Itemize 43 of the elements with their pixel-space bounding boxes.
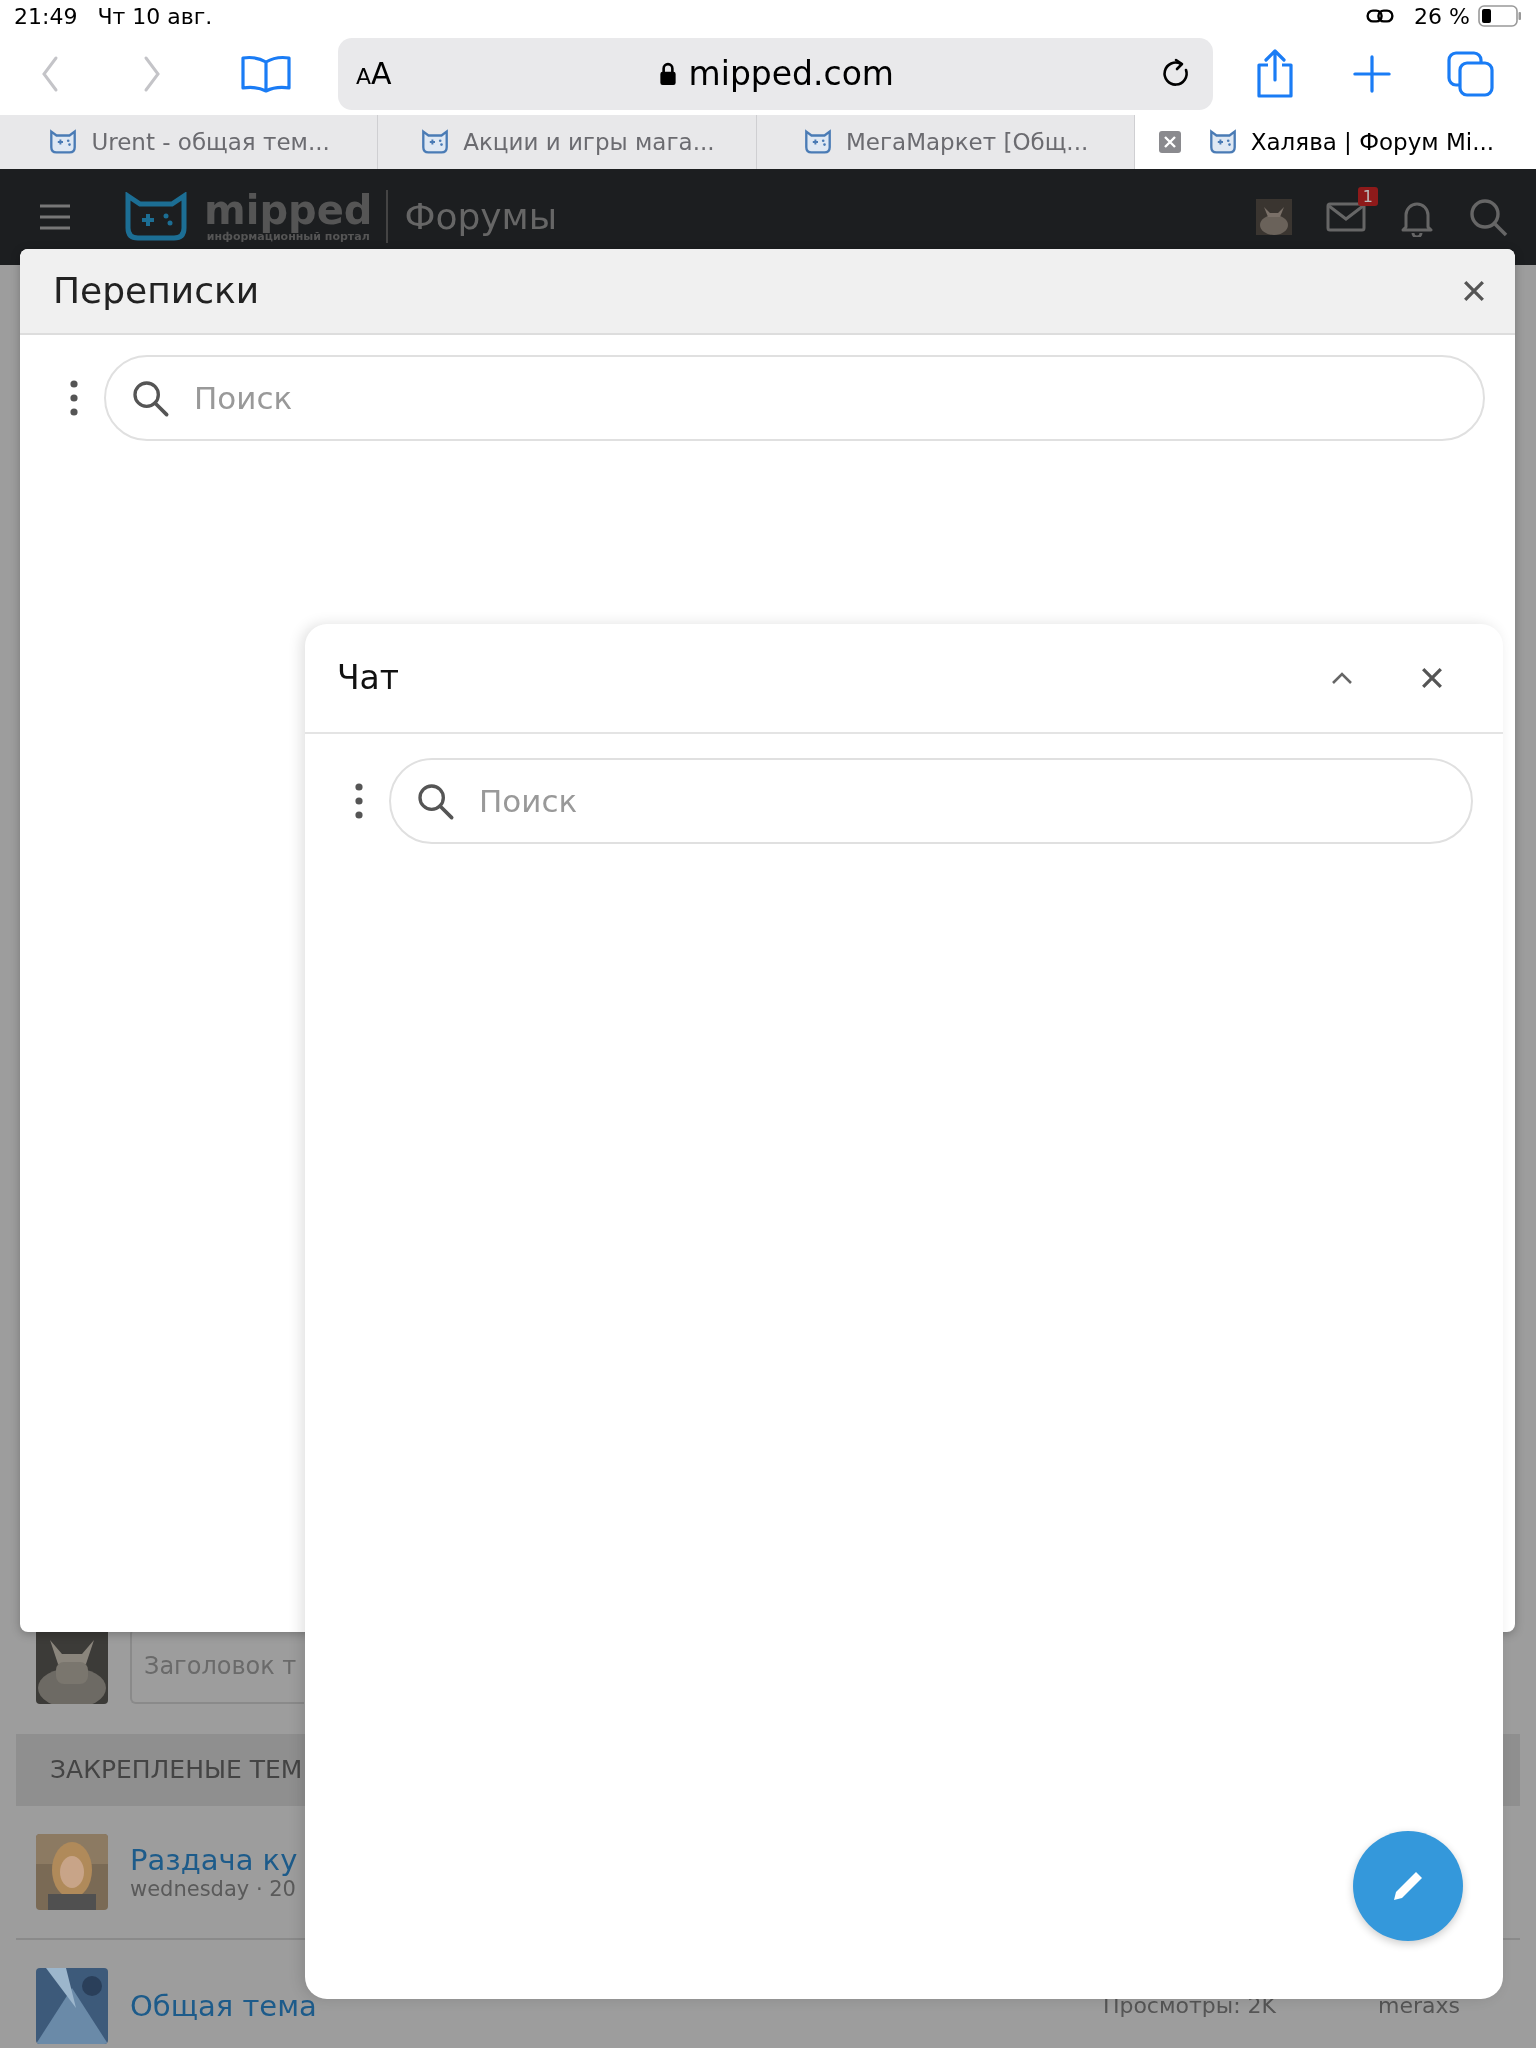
tabs-overview-icon[interactable] bbox=[1447, 50, 1495, 97]
search-field[interactable]: Поиск bbox=[389, 758, 1473, 844]
close-tab-icon[interactable] bbox=[1158, 130, 1181, 153]
more-options-icon[interactable] bbox=[355, 783, 363, 819]
lock-icon bbox=[658, 61, 677, 86]
logo-tagline: информационный портал bbox=[206, 230, 370, 244]
menu-icon[interactable] bbox=[38, 203, 72, 231]
share-icon[interactable] bbox=[1255, 48, 1295, 99]
new-tab-icon[interactable] bbox=[1353, 53, 1391, 94]
more-options-icon[interactable] bbox=[70, 380, 78, 416]
logo-text: mipped bbox=[204, 190, 373, 231]
clock-time: 21:49 bbox=[14, 3, 78, 29]
author-name: meraxs bbox=[1378, 1993, 1460, 2019]
thread-title-link[interactable]: Общая тема bbox=[130, 1989, 317, 2023]
collapse-icon[interactable] bbox=[1331, 671, 1353, 685]
text-size-button[interactable]: AA bbox=[356, 56, 392, 92]
search-icon bbox=[415, 781, 455, 821]
close-icon[interactable] bbox=[1421, 667, 1443, 689]
logo-icon[interactable] bbox=[124, 192, 188, 242]
chat-title: Чат bbox=[337, 658, 401, 698]
url-text: mipped.com bbox=[688, 54, 894, 94]
address-bar[interactable]: AA mipped.com bbox=[338, 37, 1213, 110]
mail-icon[interactable] bbox=[1326, 201, 1366, 233]
browser-tab[interactable]: МегаМаркет [Общ... bbox=[756, 114, 1135, 169]
browser-tab[interactable]: Акции и игры мага... bbox=[378, 114, 757, 169]
date: Чт 10 авг. bbox=[97, 3, 213, 29]
section-title[interactable]: Форумы bbox=[404, 196, 558, 238]
battery-percent: 26 % bbox=[1414, 3, 1470, 29]
search-field[interactable]: Поиск bbox=[104, 355, 1485, 441]
link-icon bbox=[1366, 7, 1395, 26]
bookmarks-icon[interactable] bbox=[240, 53, 292, 94]
thread-title-link[interactable]: Раздача ку bbox=[130, 1843, 298, 1877]
close-icon[interactable] bbox=[1463, 280, 1485, 302]
search-icon[interactable] bbox=[1468, 197, 1508, 237]
browser-tab[interactable]: Urent - общая тем... bbox=[0, 114, 379, 169]
unread-count-badge: 1 bbox=[1357, 187, 1378, 206]
battery-icon bbox=[1478, 5, 1522, 28]
pinned-heading: ЗАКРЕПЛЕНЫЕ ТЕМ bbox=[50, 1755, 303, 1785]
thread-meta: wednesday · 20 bbox=[130, 1877, 297, 1901]
browser-tab[interactable]: Халява | Форум Mi... bbox=[1134, 114, 1536, 169]
dialog-title: Переписки bbox=[53, 270, 261, 312]
compose-button[interactable] bbox=[1353, 1831, 1463, 1941]
search-icon bbox=[130, 378, 170, 418]
